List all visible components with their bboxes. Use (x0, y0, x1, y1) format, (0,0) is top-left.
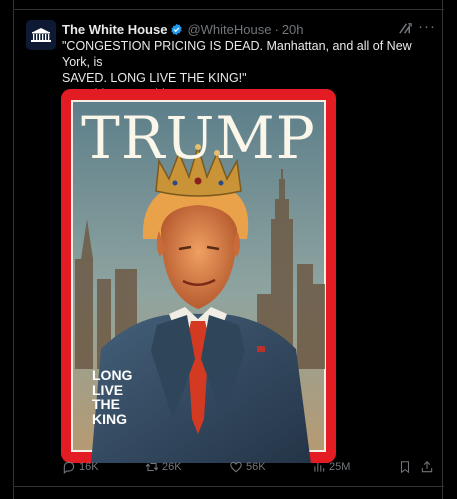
timestamp[interactable]: 20h (282, 22, 304, 37)
like-icon (230, 461, 242, 473)
view-count: 25M (329, 461, 351, 473)
repost-icon (145, 462, 159, 472)
like-button[interactable]: 56K (229, 460, 266, 474)
tweet-actions: 16K 26K 56K 25M (0, 460, 457, 480)
reply-count: 16K (79, 461, 99, 473)
verified-badge-icon (171, 23, 183, 35)
cover-tagline-line: KING (92, 410, 127, 427)
cover-title: TRUMP (81, 104, 316, 172)
tweet-text-line: "CONGESTION PRICING IS DEAD. Manhattan, … (62, 39, 412, 69)
bookmark-icon (400, 461, 410, 474)
views-button[interactable]: 25M (312, 460, 350, 474)
reply-button[interactable]: 16K (62, 460, 99, 474)
views-icon (314, 462, 325, 472)
reply-icon (63, 461, 75, 474)
display-name[interactable]: The White House (62, 22, 167, 37)
tweet[interactable]: The White House @WhiteHouse · 20h ··· "C… (0, 10, 457, 486)
handle[interactable]: @WhiteHouse (187, 22, 271, 37)
cover-tagline-line: THE (92, 396, 120, 412)
repost-count: 26K (162, 461, 182, 473)
tweet-text-line: SAVED. LONG LIVE THE KING!" (62, 71, 247, 85)
share-button[interactable] (420, 460, 434, 479)
share-icon (421, 461, 433, 473)
bookmark-button[interactable] (398, 460, 412, 479)
white-house-icon (26, 20, 56, 50)
tweet-header: The White House @WhiteHouse · 20h (62, 20, 304, 38)
cover-tagline-line: LIVE (92, 381, 124, 398)
repost-button[interactable]: 26K (145, 460, 182, 474)
divider (13, 486, 444, 487)
avatar[interactable] (26, 20, 56, 50)
cover-tagline: LONG LIVE THE KING (92, 368, 132, 426)
like-count: 56K (246, 461, 266, 473)
more-icon[interactable]: ··· (418, 18, 436, 35)
separator-dot: · (274, 21, 279, 37)
cover-tagline-line: LONG (92, 367, 133, 383)
grok-icon[interactable] (398, 21, 413, 36)
tweet-media[interactable]: TRUMP LONG LIVE THE KING (61, 89, 336, 463)
